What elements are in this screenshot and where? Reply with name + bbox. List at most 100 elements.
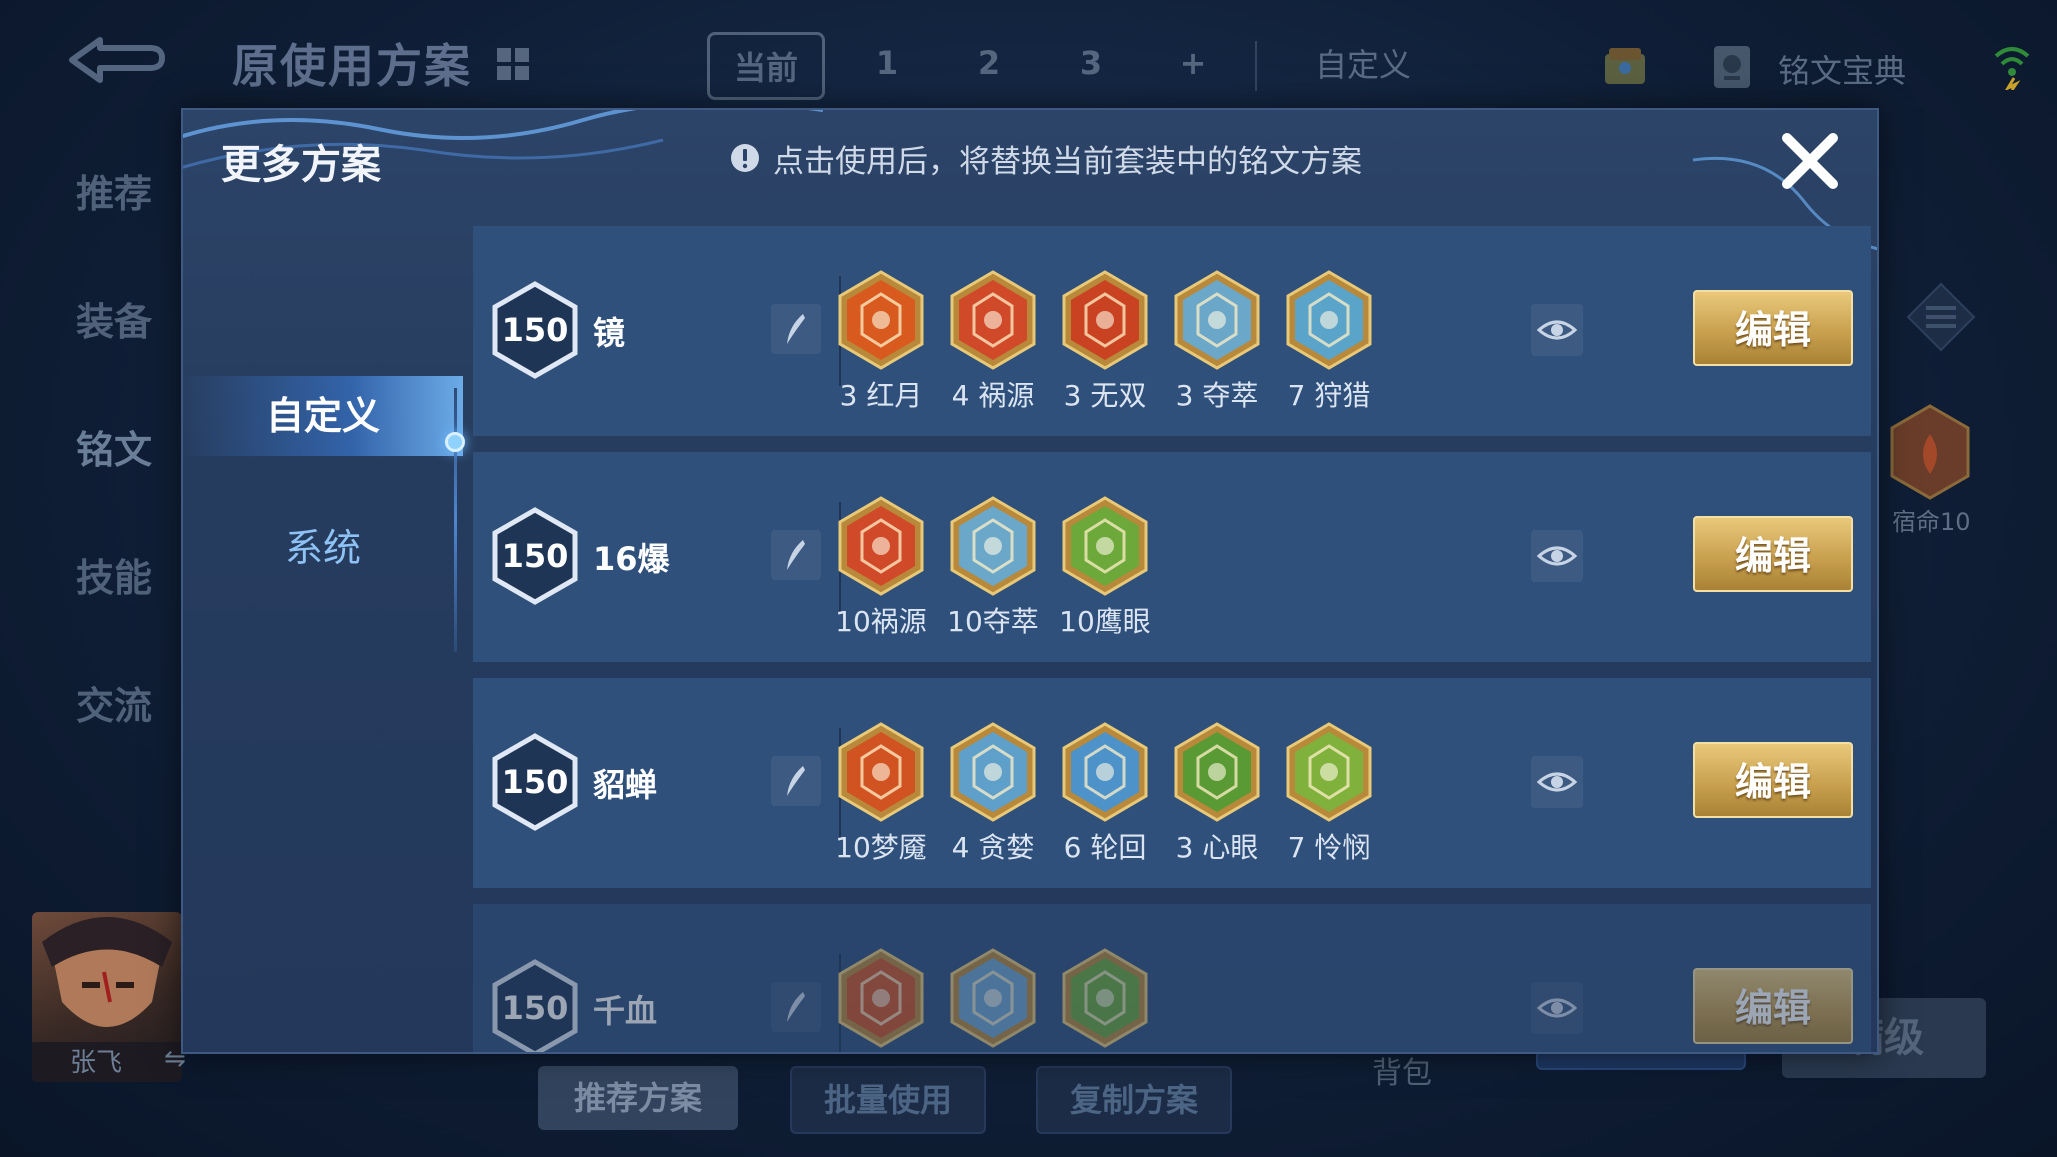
tab-1[interactable]: 1 bbox=[847, 32, 927, 94]
recommend-plan-button[interactable]: 推荐方案 bbox=[538, 1066, 738, 1130]
plan-row[interactable]: 150 镜 3 红月 4 祸源 3 无双 3 夺萃 7 狩猎 编辑 bbox=[473, 226, 1871, 436]
level-badge: 150 bbox=[491, 506, 579, 606]
plan-name: 千血 bbox=[593, 992, 658, 1030]
bag-label[interactable]: 背包 bbox=[1372, 1048, 1432, 1092]
nav-recommend[interactable]: 推荐 bbox=[76, 170, 152, 298]
tab-divider bbox=[1255, 41, 1257, 91]
rune-item[interactable]: 4 祸源 bbox=[937, 270, 1049, 414]
plan-name: 镜 bbox=[593, 314, 626, 352]
preview-button[interactable] bbox=[1531, 982, 1583, 1034]
tab-system-plans[interactable]: 系统 bbox=[183, 508, 463, 588]
rune-item[interactable]: 10夺萃 bbox=[937, 496, 1049, 640]
rune-book-icon[interactable] bbox=[1710, 42, 1754, 92]
rune-label: 7 狩猎 bbox=[1287, 379, 1371, 412]
menu-diamond-icon[interactable] bbox=[1906, 282, 1976, 352]
red-moon-icon bbox=[838, 270, 924, 370]
edit-button[interactable]: 编辑 bbox=[1693, 742, 1853, 818]
hunt-icon bbox=[1286, 270, 1372, 370]
rename-button[interactable] bbox=[771, 756, 821, 806]
eye-icon bbox=[1536, 772, 1578, 792]
crystal-icon bbox=[950, 948, 1036, 1048]
rune-item[interactable]: 3 心眼 bbox=[1161, 722, 1273, 866]
calamity-icon bbox=[950, 270, 1036, 370]
rune-item[interactable]: 7 狩猎 bbox=[1273, 270, 1385, 414]
rune-label: 6 轮回 bbox=[1063, 831, 1147, 864]
leaf-icon bbox=[1062, 948, 1148, 1048]
treasure-chest-icon[interactable] bbox=[1597, 38, 1653, 94]
tab-indicator-line bbox=[454, 388, 457, 652]
tab-custom[interactable]: 自定义 bbox=[1299, 32, 1427, 94]
plunder-icon bbox=[1174, 270, 1260, 370]
rune-item[interactable] bbox=[825, 948, 937, 1052]
back-arrow-icon[interactable] bbox=[62, 32, 172, 92]
edit-button[interactable]: 编辑 bbox=[1693, 290, 1853, 366]
rune-item[interactable]: 6 轮回 bbox=[1049, 722, 1161, 866]
edit-button[interactable]: 编辑 bbox=[1693, 968, 1853, 1044]
level-badge: 150 bbox=[491, 958, 579, 1052]
rune-label: 10鹰眼 bbox=[1059, 605, 1151, 638]
plunder-icon bbox=[950, 496, 1036, 596]
tab-add[interactable]: + bbox=[1153, 32, 1233, 94]
plan-category-tabs: 自定义 系统 bbox=[183, 246, 465, 1046]
tab-custom-plans[interactable]: 自定义 bbox=[183, 376, 463, 456]
rune-item[interactable]: 10梦魇 bbox=[825, 722, 937, 866]
level-value: 150 bbox=[501, 537, 569, 575]
rune-label: 10祸源 bbox=[835, 605, 927, 638]
eye-icon bbox=[1536, 546, 1578, 566]
edit-button[interactable]: 编辑 bbox=[1693, 516, 1853, 592]
rename-button[interactable] bbox=[771, 530, 821, 580]
fate-medal-icon[interactable] bbox=[1888, 404, 1972, 500]
copy-plan-button[interactable]: 复制方案 bbox=[1036, 1066, 1232, 1134]
grid-icon[interactable] bbox=[493, 44, 533, 84]
treasure-label[interactable]: 铭文宝典 bbox=[1778, 46, 1906, 92]
nightmare-icon bbox=[838, 722, 924, 822]
nav-equipment[interactable]: 装备 bbox=[76, 298, 152, 426]
close-icon[interactable] bbox=[1775, 126, 1845, 196]
eye-icon bbox=[1536, 998, 1578, 1018]
rune-item[interactable]: 3 夺萃 bbox=[1161, 270, 1273, 414]
level-badge: 150 bbox=[491, 732, 579, 832]
plan-name: 貂蝉 bbox=[593, 766, 658, 804]
hero-name: 张飞 bbox=[70, 1048, 123, 1078]
preview-button[interactable] bbox=[1531, 304, 1583, 356]
batch-use-button[interactable]: 批量使用 bbox=[790, 1066, 986, 1134]
calamity-icon bbox=[838, 496, 924, 596]
rune-item[interactable] bbox=[1049, 948, 1161, 1052]
eye-icon bbox=[1536, 320, 1578, 340]
plan-row[interactable]: 150 千血 编辑 bbox=[473, 904, 1871, 1052]
rune-item[interactable]: 4 贪婪 bbox=[937, 722, 1049, 866]
rune-label: 3 夺萃 bbox=[1175, 379, 1259, 412]
peerless-icon bbox=[1062, 270, 1148, 370]
preview-button[interactable] bbox=[1531, 756, 1583, 808]
rune-label: 7 怜悯 bbox=[1287, 831, 1371, 864]
tab-indicator-dot bbox=[445, 432, 465, 452]
level-value: 150 bbox=[501, 311, 569, 349]
preview-button[interactable] bbox=[1531, 530, 1583, 582]
rune-item[interactable]: 3 无双 bbox=[1049, 270, 1161, 414]
rune-item[interactable]: 7 怜悯 bbox=[1273, 722, 1385, 866]
nav-runes[interactable]: 铭文 bbox=[76, 426, 152, 554]
rune-label: 10夺萃 bbox=[947, 605, 1039, 638]
plan-row[interactable]: 150 貂蝉 10梦魇 4 贪婪 6 轮回 3 心眼 7 怜悯 编辑 bbox=[473, 678, 1871, 888]
tab-3[interactable]: 3 bbox=[1051, 32, 1131, 94]
hint-text: 点击使用后，将替换当前套装中的铭文方案 bbox=[773, 144, 1362, 180]
plan-list[interactable]: 150 镜 3 红月 4 祸源 3 无双 3 夺萃 7 狩猎 编辑 150 16爆 10祸源 10夺萃… bbox=[473, 226, 1871, 1052]
rename-button[interactable] bbox=[771, 982, 821, 1032]
nav-skills[interactable]: 技能 bbox=[76, 554, 152, 682]
rune-item[interactable] bbox=[937, 948, 1049, 1052]
flame-icon bbox=[838, 948, 924, 1048]
rune-item[interactable]: 10祸源 bbox=[825, 496, 937, 640]
tab-2[interactable]: 2 bbox=[949, 32, 1029, 94]
rune-label: 3 无双 bbox=[1063, 379, 1147, 412]
rename-button[interactable] bbox=[771, 304, 821, 354]
nav-community[interactable]: 交流 bbox=[76, 682, 152, 810]
plan-tabs: 当前 1 2 3 + 自定义 bbox=[707, 32, 1449, 100]
rune-item[interactable]: 10鹰眼 bbox=[1049, 496, 1161, 640]
plan-row[interactable]: 150 16爆 10祸源 10夺萃 10鹰眼 编辑 bbox=[473, 452, 1871, 662]
level-value: 150 bbox=[501, 763, 569, 801]
pen-icon bbox=[787, 540, 805, 570]
tab-current[interactable]: 当前 bbox=[707, 32, 825, 100]
rune-item[interactable]: 3 红月 bbox=[825, 270, 937, 414]
dialog-header: 更多方案 点击使用后，将替换当前套装中的铭文方案 bbox=[183, 110, 1877, 220]
rune-label: 4 贪婪 bbox=[951, 831, 1035, 864]
